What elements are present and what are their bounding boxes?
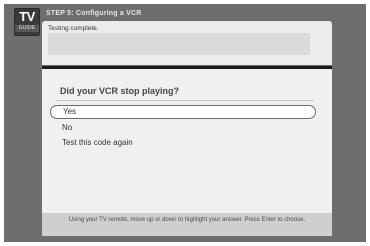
footer-bar: Using your TV remote, move up or down to… bbox=[42, 213, 332, 236]
status-box bbox=[48, 33, 310, 55]
status-text: Testing complete. bbox=[48, 25, 99, 32]
status-panel: Testing complete. bbox=[42, 21, 332, 65]
question-text: Did your VCR stop playing? bbox=[60, 86, 180, 96]
option-yes-label: Yes bbox=[63, 107, 77, 116]
option-no[interactable]: No bbox=[62, 123, 72, 132]
option-test-again[interactable]: Test this code again bbox=[62, 138, 133, 147]
question-underline bbox=[56, 100, 314, 101]
question-panel: Did your VCR stop playing? Yes No Test t… bbox=[42, 69, 332, 213]
logo-tv-text: TV bbox=[19, 9, 35, 24]
step-title: STEP 5: Configuring a VCR bbox=[46, 10, 142, 17]
tv-guide-logo: TV GUIDE bbox=[14, 8, 40, 36]
logo-guide-text: GUIDE bbox=[15, 25, 39, 32]
footer-hint: Using your TV remote, move up or down to… bbox=[68, 217, 306, 223]
option-yes[interactable]: Yes bbox=[50, 105, 316, 119]
